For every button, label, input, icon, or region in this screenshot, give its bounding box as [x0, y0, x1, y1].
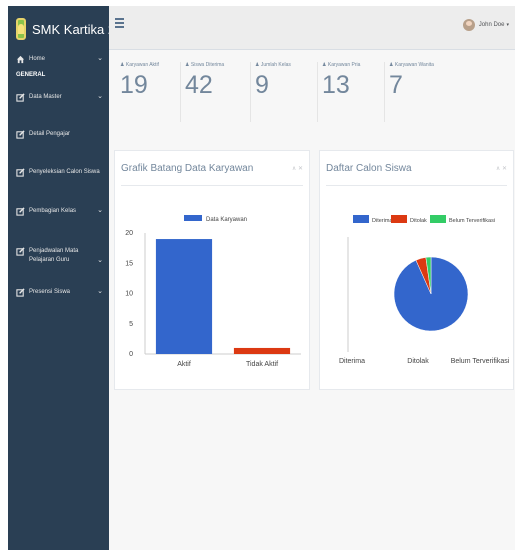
- pie-chart-panel: Daftar Calon Siswa ∧ ✕ Diterima Ditolak Be…: [319, 150, 514, 390]
- brand[interactable]: SMK Kartika 2: [8, 6, 115, 52]
- top-navbar: John Doe ▾: [109, 6, 515, 50]
- edit-icon: [16, 93, 25, 102]
- y-tick-label: 10: [125, 291, 133, 298]
- sidebar-item-presensi-siswa[interactable]: Presensi Siswa ⌄: [8, 288, 109, 297]
- chevron-down-icon: ▾: [506, 22, 509, 28]
- bar: [233, 347, 291, 354]
- legend-label: Diterima: [372, 218, 393, 224]
- sidebar-item-data-master[interactable]: Data Master ⌄: [8, 93, 109, 102]
- legend-swatch: [353, 215, 369, 223]
- stat-value: 19: [120, 71, 148, 99]
- user-icon: ♟: [389, 62, 394, 68]
- home-icon: [16, 55, 25, 64]
- chevron-down-icon: ⌄: [97, 288, 103, 295]
- edit-icon: [16, 207, 25, 216]
- school-logo: [16, 18, 26, 40]
- sidebar-item-penyeleksian-calon-siswa[interactable]: Penyeleksian Calon Siswa: [8, 168, 109, 177]
- edit-icon: [16, 288, 25, 297]
- y-tick-label: 5: [129, 321, 133, 328]
- stat-value: 13: [322, 71, 350, 99]
- bar: [155, 239, 213, 354]
- sidebar-item-label: Penjadwalan Mata Pelajaran Guru: [29, 248, 79, 263]
- sidebar-item-pembagian-kelas[interactable]: Pembagian Kelas ⌄: [8, 207, 109, 216]
- y-tick-label: 0: [129, 351, 133, 358]
- app-frame: SMK Kartika 2 GENERAL Home ⌄ Data Master ⌄ D…: [8, 6, 515, 550]
- brand-title: SMK Kartika 2: [32, 21, 116, 37]
- sidebar-item-home[interactable]: Home ⌄: [8, 55, 109, 64]
- stat-value: 7: [389, 71, 403, 99]
- y-tick-label: 15: [125, 260, 133, 267]
- edit-icon: [16, 247, 25, 256]
- menu-toggle-icon[interactable]: [115, 18, 124, 29]
- edit-icon: [16, 168, 25, 177]
- legend-swatch: [391, 215, 407, 223]
- user-icon: ♟: [120, 62, 125, 68]
- stat-siswa-diterima: ♟ Siswa Diterima 42: [180, 62, 224, 122]
- divider: [121, 185, 303, 186]
- legend-swatch: [184, 215, 202, 221]
- user-icon: ♟: [185, 62, 190, 68]
- legend-label: Belum Terverifikasi: [449, 218, 495, 224]
- x-tick-label: Aktif: [177, 361, 191, 368]
- sidebar-item-label: Home: [29, 56, 46, 62]
- panel-title: Grafik Batang Data Karyawan: [121, 163, 254, 174]
- stat-label: ♟ Siswa Diterima: [185, 62, 225, 68]
- panel-tools[interactable]: ∧ ✕: [496, 165, 507, 172]
- chevron-down-icon: ⌄: [97, 55, 103, 62]
- avatar: [462, 19, 475, 31]
- panel-title: Daftar Calon Siswa: [326, 163, 412, 174]
- bar-chart-panel: Grafik Batang Data Karyawan ∧ ✕ Data Kar…: [114, 150, 310, 390]
- divider: [326, 185, 507, 186]
- chevron-down-icon: ⌄: [97, 207, 103, 214]
- chevron-down-icon: ⌄: [97, 257, 103, 264]
- sidebar-item-label: Detail Pengajar: [29, 131, 71, 137]
- category-label: Diterima: [339, 358, 365, 365]
- pie-chart: Diterima Ditolak Belum Terverifikasi Diteri…: [339, 215, 510, 365]
- legend-label: Data Karyawan: [206, 217, 247, 223]
- category-label: Ditolak: [407, 358, 429, 365]
- stat-jumlah-kelas: ♟ Jumlah Kelas 9: [250, 62, 291, 122]
- stat-value: 42: [185, 71, 213, 99]
- legend-swatch: [430, 215, 446, 223]
- stat-label: ♟ Karyawan Aktif: [120, 62, 159, 68]
- sidebar-item-label: Penyeleksian Calon Siswa: [29, 169, 100, 175]
- user-icon: ♟: [255, 62, 260, 68]
- user-icon: ♟: [322, 62, 327, 68]
- stat-karyawan-wanita: ♟ Karyawan Wanita 7: [384, 62, 434, 122]
- y-tick-label: 20: [125, 230, 133, 237]
- category-label: Belum Terverifikasi: [451, 358, 510, 365]
- user-profile-dropdown[interactable]: John Doe ▾: [462, 19, 509, 31]
- sidebar: SMK Kartika 2 GENERAL Home ⌄ Data Master ⌄ D…: [8, 6, 115, 550]
- edit-icon: [16, 130, 25, 139]
- sidebar-item-label: Data Master: [29, 94, 62, 100]
- stat-karyawan-pria: ♟ Karyawan Pria 13: [317, 62, 360, 122]
- panel-tools[interactable]: ∧ ✕: [292, 165, 303, 172]
- user-name: John Doe: [478, 22, 505, 28]
- sidebar-item-label: Presensi Siswa: [29, 289, 71, 295]
- stats-row: ♟ Karyawan Aktif 19 ♟ Siswa Diterima 42 …: [116, 62, 514, 132]
- stat-label: ♟ Karyawan Wanita: [389, 62, 434, 68]
- stat-label: ♟ Karyawan Pria: [322, 62, 361, 68]
- x-tick-label: Tidak Aktif: [246, 361, 278, 368]
- legend-label: Ditolak: [410, 218, 427, 224]
- stat-value: 9: [255, 71, 269, 99]
- sidebar-item-penjadwalan-mata-pelajaran-guru[interactable]: Penjadwalan Mata Pelajaran Guru ⌄: [8, 247, 109, 265]
- stat-karyawan-aktif: ♟ Karyawan Aktif 19: [116, 62, 159, 122]
- sidebar-item-label: Pembagian Kelas: [29, 208, 77, 214]
- sidebar-item-detail-pengajar[interactable]: Detail Pengajar: [8, 130, 109, 139]
- stat-label: ♟ Jumlah Kelas: [255, 62, 291, 68]
- bar-chart: Data Karyawan 0 5 10 15 20 Aktif Tidak Aktif: [125, 215, 301, 368]
- chevron-down-icon: ⌄: [97, 93, 103, 100]
